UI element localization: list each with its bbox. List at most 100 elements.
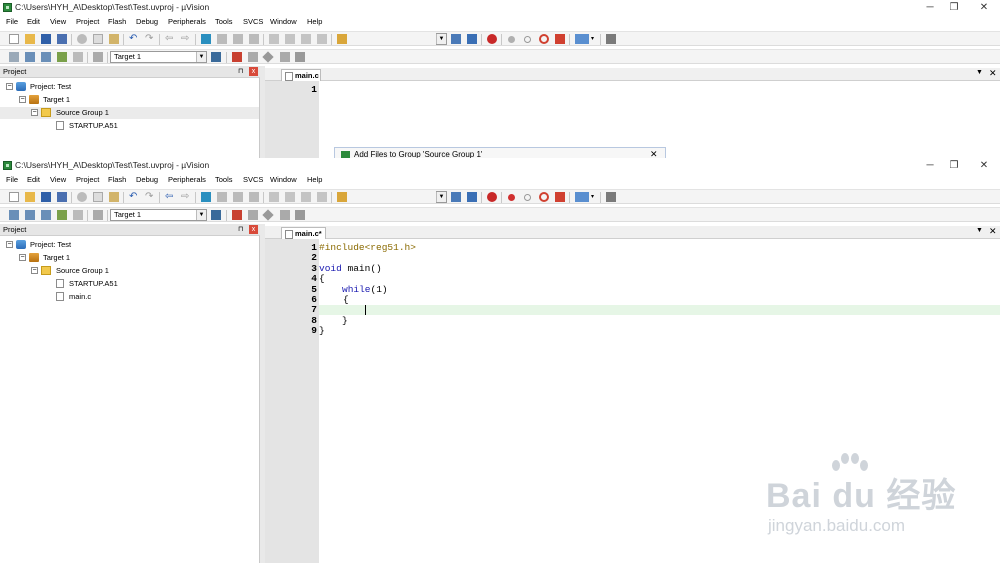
- panel-close-icon[interactable]: x: [249, 67, 258, 76]
- debug-session-icon[interactable]: [487, 34, 497, 44]
- tree-item-file-startup[interactable]: STARTUP.A51: [0, 278, 259, 290]
- save-icon[interactable]: [41, 34, 51, 44]
- select-packs-icon[interactable]: [280, 210, 290, 220]
- menu-svcs[interactable]: SVCS: [243, 175, 263, 184]
- comment-icon[interactable]: [301, 34, 311, 44]
- pin-icon[interactable]: ⊓: [238, 225, 243, 233]
- clear-bookmarks-icon[interactable]: [249, 192, 259, 202]
- menu-project[interactable]: Project: [76, 17, 99, 26]
- stop-build-icon[interactable]: [73, 52, 83, 62]
- insert-breakpoint-icon[interactable]: [508, 36, 515, 43]
- prev-bookmark-icon[interactable]: [217, 34, 227, 44]
- menu-project[interactable]: Project: [76, 175, 99, 184]
- prev-bookmark-icon[interactable]: [217, 192, 227, 202]
- manage-components-icon[interactable]: [232, 52, 242, 62]
- collapse-icon[interactable]: −: [6, 83, 13, 90]
- debug-session-icon[interactable]: [487, 192, 497, 202]
- menu-edit[interactable]: Edit: [27, 17, 40, 26]
- tree-item-project[interactable]: − Project: Test: [0, 239, 259, 251]
- tree-item-file[interactable]: STARTUP.A51: [0, 120, 259, 132]
- find-icon[interactable]: [451, 192, 461, 202]
- new-file-icon[interactable]: [9, 192, 19, 202]
- find-icon[interactable]: [451, 34, 461, 44]
- insert-breakpoint-icon[interactable]: [508, 194, 515, 201]
- disable-breakpoints-icon[interactable]: [539, 192, 549, 202]
- menu-svcs[interactable]: SVCS: [243, 17, 263, 26]
- close-window-button[interactable]: ✕: [970, 158, 998, 173]
- collapse-icon[interactable]: −: [31, 267, 38, 274]
- incremental-find-icon[interactable]: [467, 34, 477, 44]
- rebuild-icon[interactable]: [41, 52, 51, 62]
- redo-icon[interactable]: ↷: [145, 34, 155, 44]
- indent-icon[interactable]: [269, 34, 279, 44]
- tab-list-dropdown[interactable]: ▼: [976, 69, 983, 76]
- save-all-icon[interactable]: [57, 192, 67, 202]
- paste-icon[interactable]: [109, 34, 119, 44]
- file-extensions-icon[interactable]: [248, 210, 258, 220]
- disable-breakpoints-icon[interactable]: [539, 34, 549, 44]
- next-bookmark-icon[interactable]: [233, 34, 243, 44]
- collapse-icon[interactable]: −: [6, 241, 13, 248]
- file-extensions-icon[interactable]: [248, 52, 258, 62]
- menu-window[interactable]: Window: [270, 17, 297, 26]
- comment-icon[interactable]: [301, 192, 311, 202]
- bookmark-icon[interactable]: [201, 192, 211, 202]
- build-icon[interactable]: [25, 210, 35, 220]
- redo-icon[interactable]: ↷: [145, 192, 155, 202]
- find-in-files-icon[interactable]: [337, 34, 347, 44]
- incremental-find-icon[interactable]: [467, 192, 477, 202]
- nav-forward-icon[interactable]: ⇨: [181, 192, 191, 202]
- paste-icon[interactable]: [109, 192, 119, 202]
- pack-installer-icon[interactable]: [295, 52, 305, 62]
- menu-peripherals[interactable]: Peripherals: [168, 17, 206, 26]
- nav-back-icon[interactable]: ⇦: [165, 192, 175, 202]
- tab-main-c[interactable]: main.c*: [281, 227, 326, 239]
- tree-item-target[interactable]: − Target 1: [0, 94, 259, 106]
- find-combo[interactable]: ▼: [436, 191, 447, 203]
- cut-icon[interactable]: [77, 192, 87, 202]
- panel-close-icon[interactable]: x: [249, 225, 258, 234]
- open-file-icon[interactable]: [25, 34, 35, 44]
- find-combo[interactable]: ▼: [436, 33, 447, 45]
- menu-edit[interactable]: Edit: [27, 175, 40, 184]
- undo-icon[interactable]: ↶: [129, 34, 139, 44]
- uncomment-icon[interactable]: [317, 34, 327, 44]
- uncomment-icon[interactable]: [317, 192, 327, 202]
- tree-item-source-group[interactable]: − Source Group 1: [0, 265, 259, 277]
- download-icon[interactable]: [93, 52, 103, 62]
- close-tab-button[interactable]: ✕: [989, 68, 997, 79]
- indent-icon[interactable]: [269, 192, 279, 202]
- clear-bookmarks-icon[interactable]: [249, 34, 259, 44]
- enable-breakpoint-icon[interactable]: [524, 36, 531, 43]
- download-icon[interactable]: [93, 210, 103, 220]
- target-select[interactable]: Target 1 ▼: [110, 209, 207, 221]
- copy-icon[interactable]: [93, 34, 103, 44]
- build-icon[interactable]: [25, 52, 35, 62]
- tab-list-dropdown[interactable]: ▼: [976, 227, 983, 234]
- undo-icon[interactable]: ↶: [129, 192, 139, 202]
- menu-window[interactable]: Window: [270, 175, 297, 184]
- nav-back-icon[interactable]: ⇦: [165, 34, 175, 44]
- rebuild-icon[interactable]: [41, 210, 51, 220]
- next-bookmark-icon[interactable]: [233, 192, 243, 202]
- unindent-icon[interactable]: [285, 192, 295, 202]
- target-options-icon[interactable]: [211, 52, 221, 62]
- target-select[interactable]: Target 1 ▼: [110, 51, 207, 63]
- menu-flash[interactable]: Flash: [108, 175, 126, 184]
- collapse-icon[interactable]: −: [19, 96, 26, 103]
- manage-components-icon[interactable]: [232, 210, 242, 220]
- tree-item-file-main[interactable]: main.c: [0, 291, 259, 303]
- window-layout-icon[interactable]: [575, 34, 589, 44]
- menu-debug[interactable]: Debug: [136, 175, 158, 184]
- translate-icon[interactable]: [9, 210, 19, 220]
- bookmark-icon[interactable]: [201, 34, 211, 44]
- menu-flash[interactable]: Flash: [108, 17, 126, 26]
- unindent-icon[interactable]: [285, 34, 295, 44]
- close-window-button[interactable]: ✕: [970, 0, 998, 15]
- kill-breakpoints-icon[interactable]: [555, 34, 565, 44]
- manage-packs-icon[interactable]: [262, 209, 274, 221]
- menu-tools[interactable]: Tools: [215, 175, 233, 184]
- tree-item-source-group[interactable]: − Source Group 1: [0, 107, 259, 119]
- tab-main-c[interactable]: main.c: [281, 69, 321, 81]
- menu-debug[interactable]: Debug: [136, 17, 158, 26]
